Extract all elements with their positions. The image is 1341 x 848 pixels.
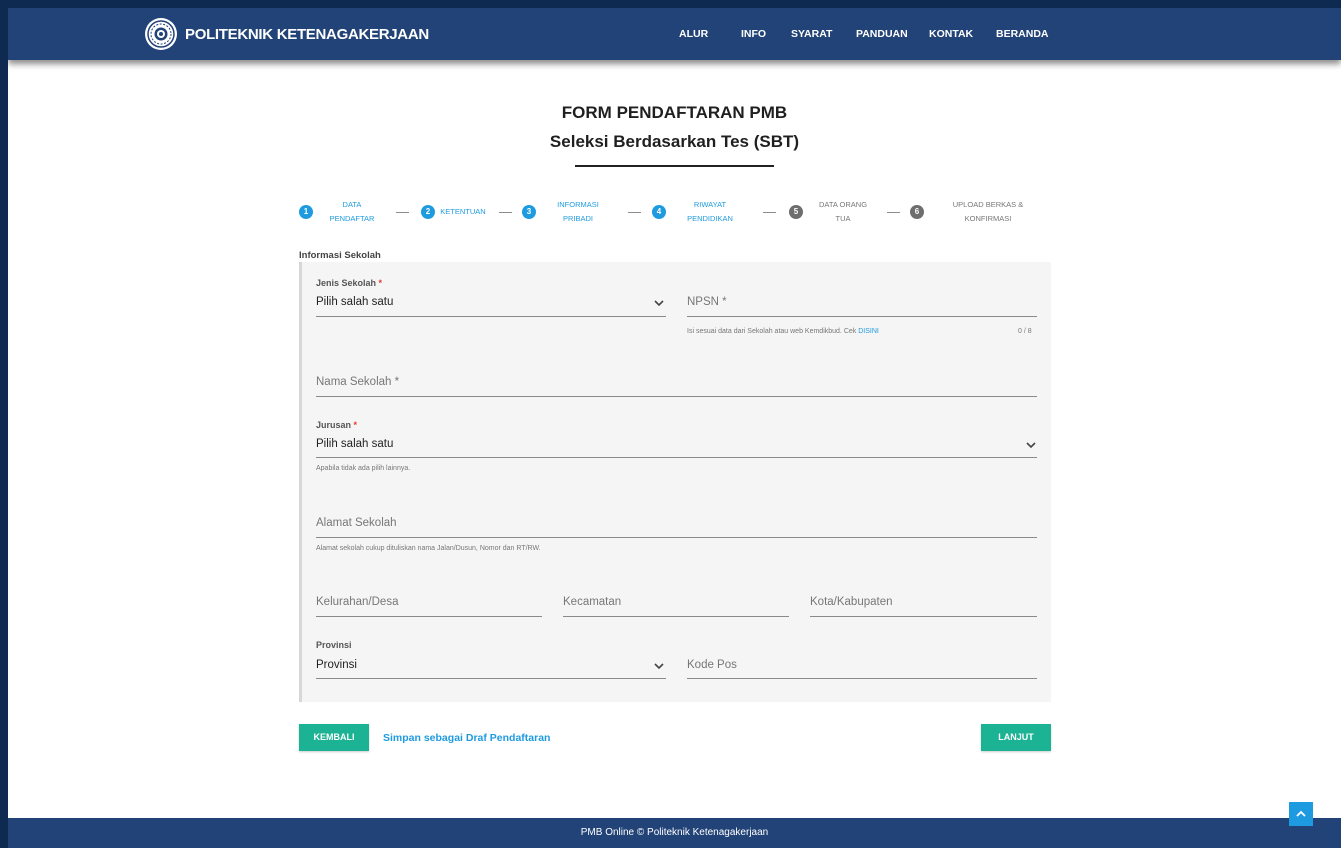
kecamatan-input[interactable]: Kecamatan xyxy=(563,596,621,608)
step-5-label-line2: TUA xyxy=(835,214,851,223)
school-info-panel xyxy=(299,262,1051,702)
footer: PMB Online © Politeknik Ketenagakerjaan xyxy=(8,818,1341,848)
kode-pos-underline xyxy=(687,678,1037,679)
alamat-sekolah-input[interactable]: Alamat Sekolah xyxy=(316,517,397,529)
step-1-label-line2: PENDAFTAR xyxy=(329,214,375,223)
jurusan-label-text: Jurusan xyxy=(316,420,352,430)
nav-menu: ALUR INFO SYARAT PANDUAN KONTAK BERANDA xyxy=(8,8,1341,60)
step-1-label[interactable]: DATA PENDAFTAR xyxy=(324,198,380,226)
nama-sekolah-input[interactable]: Nama Sekolah * xyxy=(316,376,399,388)
provinsi-label: Provinsi xyxy=(316,640,352,650)
jurusan-select[interactable]: Pilih salah satu xyxy=(316,438,393,450)
nav-panduan[interactable]: PANDUAN xyxy=(856,28,908,40)
section-title: Informasi Sekolah xyxy=(299,250,381,261)
step-3-label[interactable]: INFORMASI PRIBADI xyxy=(550,198,606,226)
step-6-label-line1: UPLOAD BERKAS & xyxy=(952,200,1024,209)
step-5-badge[interactable]: 5 xyxy=(789,205,803,219)
nav-info[interactable]: INFO xyxy=(741,28,766,40)
nav-alur[interactable]: ALUR xyxy=(679,28,708,40)
page-subtitle: Seleksi Berdasarkan Tes (SBT) xyxy=(549,132,800,151)
npsn-counter: 0 / 8 xyxy=(1018,328,1032,335)
step-separator xyxy=(396,212,409,213)
next-button[interactable]: LANJUT xyxy=(981,724,1051,751)
navbar: POLITEKNIK KETENAGAKERJAAN ALUR INFO SYA… xyxy=(8,8,1341,60)
step-6-label[interactable]: UPLOAD BERKAS & KONFIRMASI xyxy=(943,198,1033,226)
page-title: FORM PENDAFTARAN PMB xyxy=(561,103,788,122)
save-draft-link[interactable]: Simpan sebagai Draf Pendaftaran xyxy=(383,732,550,744)
step-6-badge[interactable]: 6 xyxy=(910,205,924,219)
page: POLITEKNIK KETENAGAKERJAAN ALUR INFO SYA… xyxy=(8,8,1341,848)
nav-beranda[interactable]: BERANDA xyxy=(996,28,1049,40)
npsn-check-link[interactable]: DISINI xyxy=(858,328,879,335)
step-4-badge[interactable]: 4 xyxy=(652,205,666,219)
alamat-sekolah-helper: Alamat sekolah cukup dituliskan nama Jal… xyxy=(316,545,541,552)
back-button[interactable]: KEMBALI xyxy=(299,724,369,751)
kelurahan-input[interactable]: Kelurahan/Desa xyxy=(316,596,398,608)
chevron-down-icon[interactable] xyxy=(653,660,665,672)
jurusan-helper: Apabila tidak ada pilih lainnya. xyxy=(316,465,411,472)
step-5-label[interactable]: DATA ORANG TUA xyxy=(811,198,875,226)
required-mark: * xyxy=(378,278,383,288)
step-1-badge[interactable]: 1 xyxy=(299,205,313,219)
jenis-sekolah-label-text: Jenis Sekolah xyxy=(316,278,377,288)
step-2-badge[interactable]: 2 xyxy=(421,205,435,219)
nav-syarat[interactable]: SYARAT xyxy=(791,28,832,40)
title-divider xyxy=(575,165,774,167)
step-separator xyxy=(499,212,512,213)
step-4-label-line1: RIWAYAT xyxy=(693,200,727,209)
alamat-sekolah-underline xyxy=(316,537,1037,538)
step-3-label-line1: INFORMASI xyxy=(557,200,599,209)
step-2-label-line1: KETENTUAN xyxy=(440,207,486,216)
chevron-up-icon xyxy=(1296,810,1306,817)
step-6-label-line2: KONFIRMASI xyxy=(964,214,1012,223)
chevron-down-icon[interactable] xyxy=(653,297,665,309)
nama-sekolah-underline xyxy=(316,396,1037,397)
step-4-label[interactable]: RIWAYAT PENDIDIKAN xyxy=(680,198,740,226)
npsn-helper-text: Isi sesuai data dari Sekolah atau web Ke… xyxy=(687,328,859,335)
npsn-helper: Isi sesuai data dari Sekolah atau web Ke… xyxy=(687,328,879,335)
provinsi-select[interactable]: Provinsi xyxy=(316,659,357,671)
nav-kontak[interactable]: KONTAK xyxy=(929,28,973,40)
kecamatan-underline xyxy=(563,616,789,617)
jurusan-label: Jurusan * xyxy=(316,420,357,430)
step-1-label-line1: DATA xyxy=(342,200,362,209)
npsn-underline xyxy=(687,316,1037,317)
jenis-sekolah-select[interactable]: Pilih salah satu xyxy=(316,296,393,308)
step-5-label-line1: DATA ORANG xyxy=(818,200,868,209)
step-3-badge[interactable]: 3 xyxy=(522,205,536,219)
step-3-label-line2: PRIBADI xyxy=(562,214,593,223)
jurusan-underline xyxy=(316,457,1037,458)
scroll-top-button[interactable] xyxy=(1289,802,1313,826)
kelurahan-underline xyxy=(316,616,542,617)
kota-input[interactable]: Kota/Kabupaten xyxy=(810,596,893,608)
kota-underline xyxy=(810,616,1037,617)
footer-text: PMB Online © Politeknik Ketenagakerjaan xyxy=(580,827,769,838)
step-separator xyxy=(763,212,776,213)
jenis-sekolah-label: Jenis Sekolah * xyxy=(316,278,382,288)
npsn-input[interactable]: NPSN * xyxy=(687,296,727,308)
required-mark: * xyxy=(353,420,358,430)
jenis-sekolah-underline xyxy=(316,316,666,317)
kode-pos-input[interactable]: Kode Pos xyxy=(687,659,737,671)
step-separator xyxy=(628,212,641,213)
step-separator xyxy=(887,212,900,213)
step-2-label[interactable]: KETENTUAN xyxy=(436,205,490,219)
provinsi-underline xyxy=(316,678,666,679)
chevron-down-icon[interactable] xyxy=(1025,439,1037,451)
step-4-label-line2: PENDIDIKAN xyxy=(687,214,733,223)
